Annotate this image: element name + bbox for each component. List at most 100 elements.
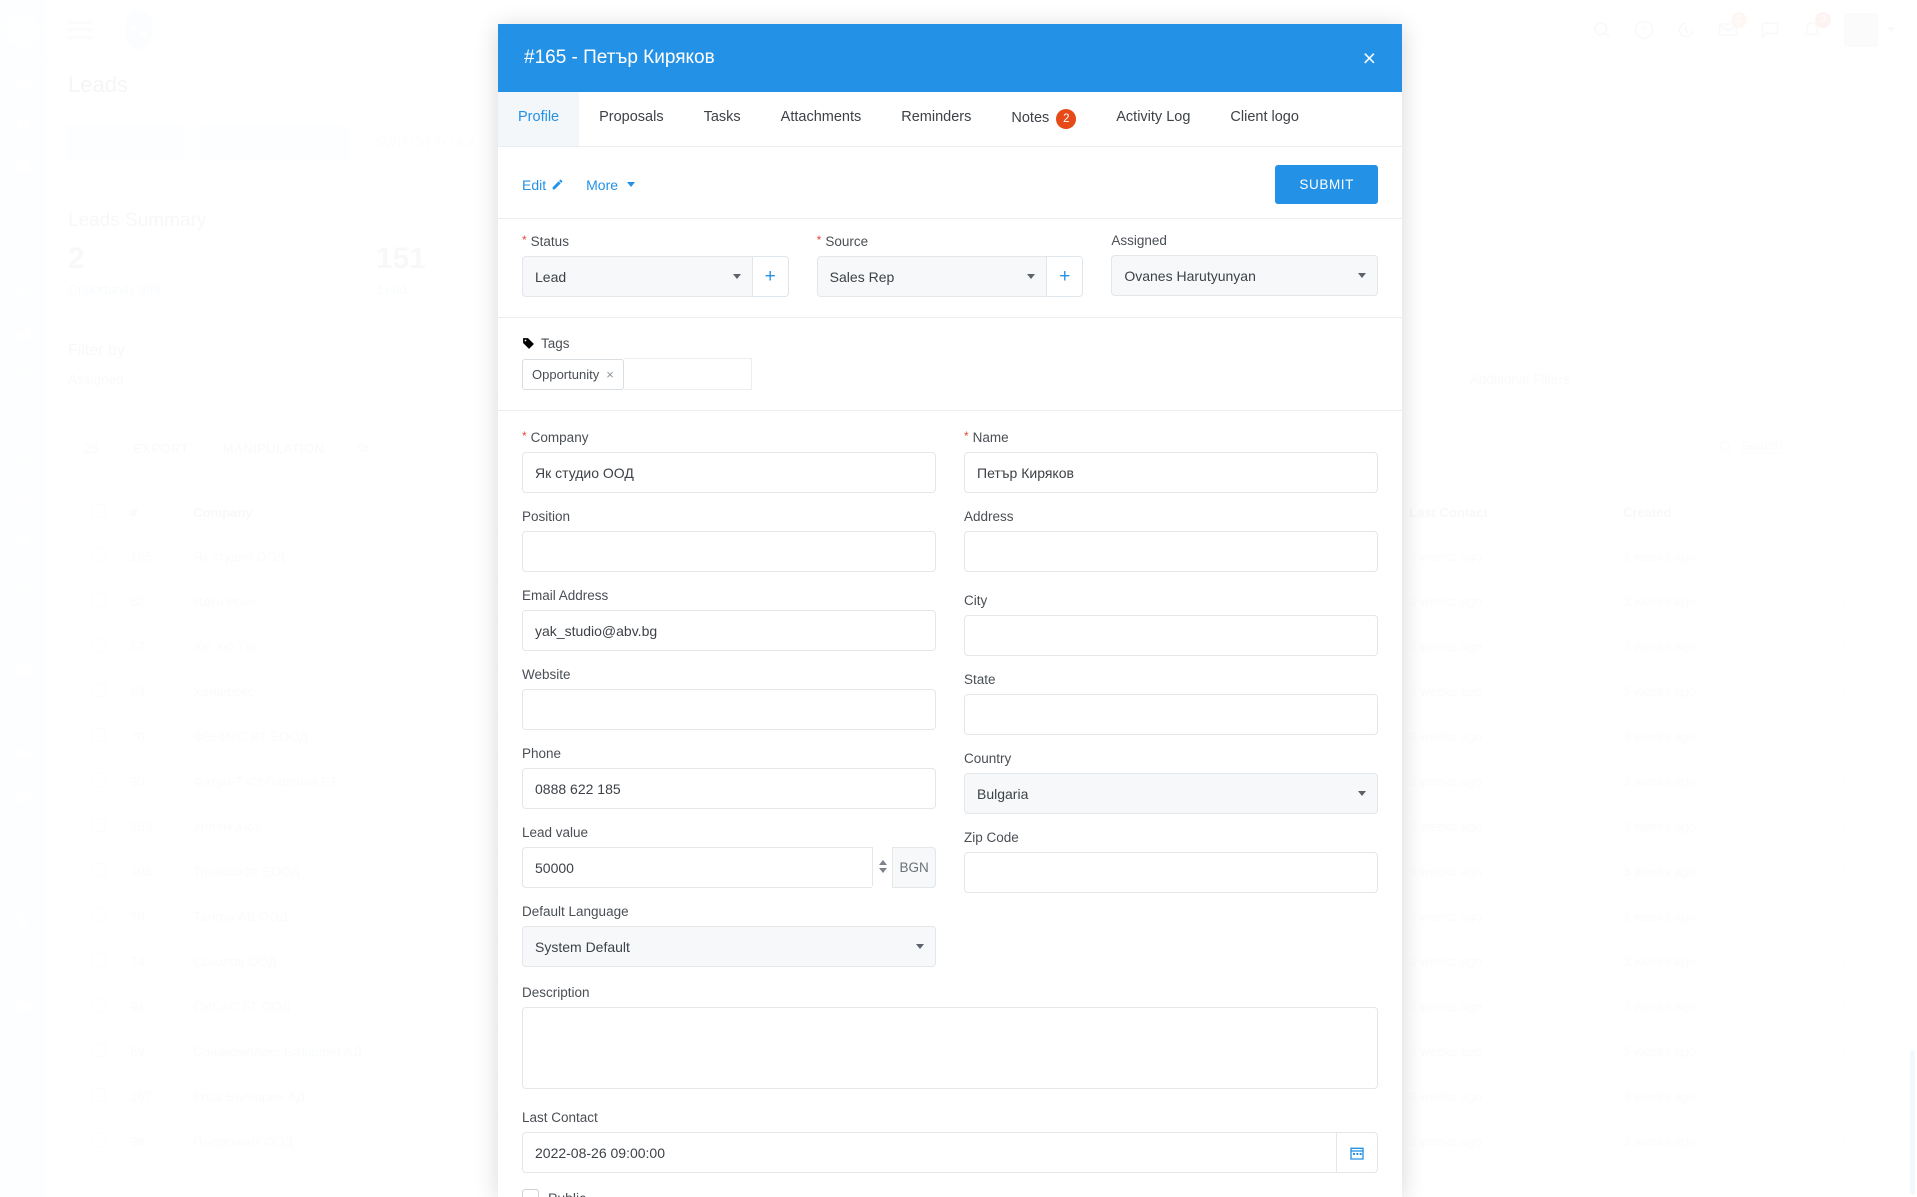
submit-button[interactable]: SUBMIT	[1275, 165, 1378, 204]
modal-tabs: Profile Proposals Tasks Attachments Reminder…	[498, 92, 1402, 147]
position-input[interactable]	[522, 531, 936, 572]
more-button[interactable]: More	[586, 176, 636, 193]
language-value: System Default	[535, 938, 630, 955]
tags-label-wrap: Tags	[522, 336, 570, 351]
edit-label: Edit	[522, 176, 547, 193]
email-label: Email Address	[522, 588, 609, 603]
edit-button[interactable]: Edit	[522, 177, 564, 193]
zip-input[interactable]	[964, 852, 1378, 893]
address-label: Address	[964, 509, 1014, 524]
add-source-button[interactable]: +	[1047, 256, 1084, 297]
tag-chip-label: Opportunity	[532, 366, 600, 382]
tab-tasks[interactable]: Tasks	[684, 92, 761, 146]
assigned-value: Ovanes Harutyunyan	[1124, 267, 1256, 284]
company-input[interactable]	[522, 452, 936, 493]
tag-chip[interactable]: Opportunity ×	[522, 358, 624, 390]
assigned-label: Assigned	[1111, 233, 1167, 248]
phone-group: Phone	[522, 746, 936, 809]
address-textarea[interactable]	[964, 531, 1378, 572]
source-label: Source	[817, 233, 1084, 249]
left-column: Company Position Email Address Website	[522, 429, 937, 983]
tab-reminders[interactable]: Reminders	[881, 92, 991, 146]
lead-value-input[interactable]	[522, 847, 873, 888]
tab-client-logo[interactable]: Client logo	[1210, 92, 1319, 146]
address-group: Address	[964, 509, 1378, 577]
city-input[interactable]	[964, 615, 1378, 656]
language-select[interactable]: System Default	[522, 926, 936, 967]
tab-label: Profile	[518, 109, 560, 125]
tab-notes[interactable]: Notes 2	[991, 92, 1096, 146]
tags-label: Tags	[541, 336, 570, 351]
tags-section: Tags Opportunity ×	[498, 317, 1402, 410]
public-checkbox-row[interactable]: Public	[522, 1189, 1378, 1197]
website-group: Website	[522, 667, 936, 730]
lead-value-label: Lead value	[522, 825, 589, 840]
position-group: Position	[522, 509, 936, 572]
zip-group: Zip Code	[964, 830, 1378, 893]
description-textarea[interactable]	[522, 1007, 1378, 1089]
country-group: Country Bulgaria	[964, 751, 1378, 814]
right-column: Name Address City State	[964, 429, 1378, 983]
public-checkbox[interactable]	[522, 1189, 539, 1197]
tab-badge: 2	[1056, 109, 1077, 129]
status-label: Status	[522, 233, 789, 249]
chevron-down-icon	[916, 944, 924, 949]
tab-label: Reminders	[901, 109, 972, 125]
state-label: State	[964, 672, 996, 687]
tab-attachments[interactable]: Attachments	[761, 92, 882, 146]
website-label: Website	[522, 667, 571, 682]
chevron-down-icon	[1027, 274, 1036, 279]
chevron-down-icon	[1358, 273, 1367, 278]
phone-input[interactable]	[522, 768, 936, 809]
remove-tag-icon[interactable]: ×	[606, 367, 614, 382]
public-label: Public	[548, 1190, 586, 1197]
currency-button[interactable]: BGN	[892, 847, 937, 888]
close-icon[interactable]: ×	[1363, 46, 1376, 70]
status-group: Status Lead +	[522, 233, 789, 297]
state-group: State	[964, 672, 1378, 735]
status-select[interactable]: Lead	[522, 256, 753, 297]
calendar-icon	[1350, 1147, 1364, 1160]
tab-activity-log[interactable]: Activity Log	[1096, 92, 1210, 146]
lead-value-group: Lead value BGN	[522, 825, 937, 888]
action-row: Edit More SUBMIT	[498, 147, 1402, 218]
website-input[interactable]	[522, 689, 936, 730]
modal-body: Edit More SUBMIT Status Lead +	[498, 147, 1402, 1197]
last-contact-label: Last Contact	[522, 1110, 598, 1125]
description-group: Description	[522, 985, 1378, 1094]
tab-proposals[interactable]: Proposals	[579, 92, 683, 146]
status-value: Lead	[535, 268, 567, 285]
tag-icon	[523, 338, 534, 349]
phone-label: Phone	[522, 746, 562, 761]
chevron-down-icon	[732, 274, 741, 279]
calendar-picker-button[interactable]	[1336, 1132, 1378, 1173]
add-status-button[interactable]: +	[752, 256, 789, 297]
country-value: Bulgaria	[977, 785, 1029, 802]
tag-input[interactable]	[623, 358, 752, 390]
language-group: Default Language System Default	[522, 904, 936, 967]
tab-label: Attachments	[780, 109, 862, 125]
lead-value-stepper[interactable]	[872, 847, 893, 886]
tab-label: Proposals	[599, 109, 664, 125]
country-label: Country	[964, 751, 1012, 766]
tab-profile[interactable]: Profile	[498, 92, 580, 146]
city-label: City	[964, 593, 988, 608]
name-input[interactable]	[964, 452, 1378, 493]
name-group: Name	[964, 429, 1378, 493]
tab-label: Activity Log	[1116, 109, 1191, 125]
tab-label: Client logo	[1230, 109, 1299, 125]
last-contact-input[interactable]	[522, 1132, 1337, 1173]
chevron-down-icon	[1358, 791, 1366, 796]
assigned-select[interactable]: Ovanes Harutyunyan	[1111, 255, 1379, 296]
lead-modal: #165 - Петър Киряков × Profile Proposals T…	[498, 24, 1402, 1197]
city-group: City	[964, 593, 1378, 656]
more-label: More	[586, 176, 619, 193]
email-input[interactable]	[522, 610, 936, 651]
source-select[interactable]: Sales Rep	[816, 256, 1048, 297]
state-input[interactable]	[964, 694, 1378, 735]
tags-input-group[interactable]: Opportunity ×	[522, 358, 1378, 390]
tab-label: Notes	[1011, 110, 1050, 126]
country-select[interactable]: Bulgaria	[964, 773, 1378, 814]
source-value: Sales Rep	[829, 268, 895, 285]
assigned-group: Assigned Ovanes Harutyunyan	[1111, 233, 1379, 297]
